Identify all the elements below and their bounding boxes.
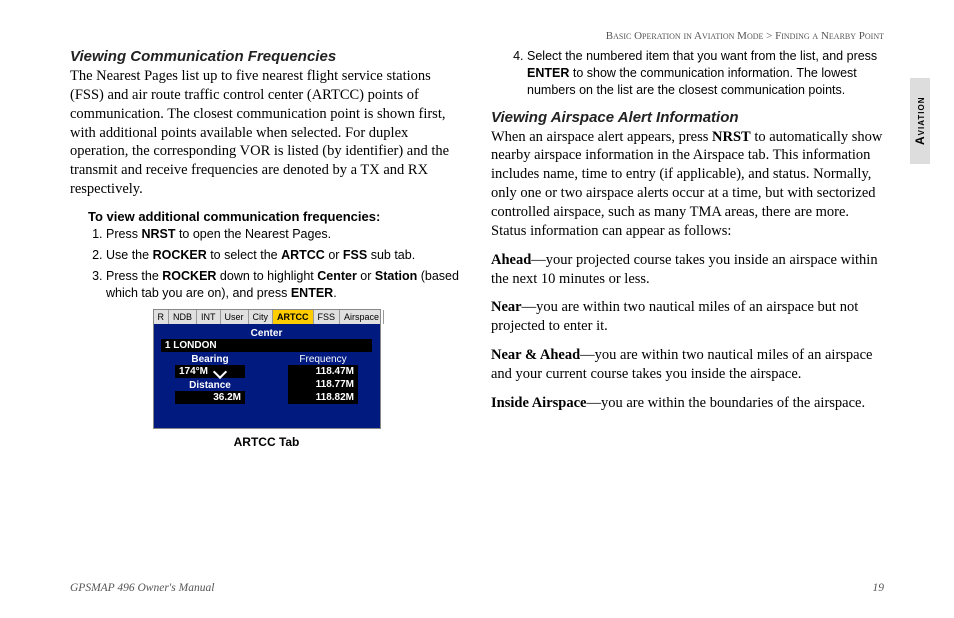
breadcrumb: Basic Operation in Aviation Mode > Findi… bbox=[70, 30, 884, 42]
step-text: to select the bbox=[207, 248, 281, 262]
step-key: Center bbox=[317, 269, 357, 283]
device-tab-active: ARTCC bbox=[273, 310, 314, 324]
step-text: . bbox=[333, 286, 336, 300]
def-term: Near & Ahead bbox=[491, 347, 580, 363]
device-tab: NDB bbox=[169, 310, 197, 324]
step-key: ROCKER bbox=[162, 269, 216, 283]
breadcrumb-b: Finding a Nearby Point bbox=[775, 30, 884, 42]
def-body: —you are within two nautical miles of an… bbox=[491, 299, 858, 334]
device-freq: 118.47M bbox=[288, 365, 358, 378]
howto-title: To view additional communication frequen… bbox=[88, 209, 463, 224]
status-definitions: Ahead—your projected course takes you in… bbox=[491, 251, 884, 413]
step-key: FSS bbox=[343, 248, 367, 262]
device-figure: R NDB INT User City ARTCC FSS Airspace C… bbox=[70, 309, 463, 449]
def-ahead: Ahead—your projected course takes you in… bbox=[491, 251, 884, 289]
def-near-ahead: Near & Ahead—you are within two nautical… bbox=[491, 346, 884, 384]
step-text: Press bbox=[106, 227, 141, 241]
step-text: to show the communication information. T… bbox=[527, 66, 857, 97]
breadcrumb-a: Basic Operation in Aviation Mode bbox=[606, 30, 764, 42]
device-body: Center 1 LONDON Bearing 174°M Distance 3… bbox=[154, 324, 380, 428]
breadcrumb-sep: > bbox=[763, 30, 775, 42]
device-center-label: Center bbox=[157, 328, 377, 339]
def-inside: Inside Airspace—you are within the bound… bbox=[491, 394, 884, 413]
step-key: ENTER bbox=[527, 66, 569, 80]
step-key: ARTCC bbox=[281, 248, 325, 262]
device-distance-value: 36.2M bbox=[175, 391, 245, 404]
para-key: NRST bbox=[712, 129, 751, 145]
device-freq: 118.77M bbox=[288, 378, 358, 391]
device-center-value: 1 LONDON bbox=[161, 339, 372, 352]
def-term: Inside Airspace bbox=[491, 395, 586, 411]
device-tab: City bbox=[249, 310, 274, 324]
step-text: Use the bbox=[106, 248, 153, 262]
device-tab: R bbox=[154, 310, 170, 324]
step-text: Select the numbered item that you want f… bbox=[527, 49, 877, 63]
def-body: —your projected course takes you inside … bbox=[491, 252, 878, 287]
step-4-wrap: Select the numbered item that you want f… bbox=[509, 48, 884, 99]
step-4: Select the numbered item that you want f… bbox=[527, 48, 884, 99]
def-body: —you are within the boundaries of the ai… bbox=[586, 395, 865, 411]
step-key: ENTER bbox=[291, 286, 333, 300]
step-text: sub tab. bbox=[367, 248, 415, 262]
device-distance-label: Distance bbox=[157, 380, 264, 391]
step-text: to open the Nearest Pages. bbox=[175, 227, 331, 241]
heading-comm-freq: Viewing Communication Frequencies bbox=[70, 48, 463, 65]
step-text: or bbox=[325, 248, 343, 262]
step-1: Press NRST to open the Nearest Pages. bbox=[106, 226, 463, 243]
device-freq: 118.82M bbox=[288, 391, 358, 404]
para-text: to automatically show nearby airspace in… bbox=[491, 129, 882, 239]
right-column: Select the numbered item that you want f… bbox=[491, 48, 884, 449]
device-frequency-label: Frequency bbox=[270, 354, 377, 365]
para-airspace-alert: When an airspace alert appears, press NR… bbox=[491, 128, 884, 241]
step-3: Press the ROCKER down to highlight Cente… bbox=[106, 268, 463, 302]
def-term: Ahead bbox=[491, 252, 531, 268]
left-column: Viewing Communication Frequencies The Ne… bbox=[70, 48, 463, 449]
step-key: NRST bbox=[141, 227, 175, 241]
para-text: When an airspace alert appears, press bbox=[491, 129, 712, 145]
def-near: Near—you are within two nautical miles o… bbox=[491, 298, 884, 336]
step-text: down to highlight bbox=[216, 269, 317, 283]
step-text: or bbox=[357, 269, 375, 283]
device-tab: INT bbox=[197, 310, 221, 324]
device-bearing-label: Bearing bbox=[157, 354, 264, 365]
device-tab: User bbox=[221, 310, 249, 324]
device-screen: R NDB INT User City ARTCC FSS Airspace C… bbox=[153, 309, 381, 429]
def-term: Near bbox=[491, 299, 522, 315]
step-key: ROCKER bbox=[153, 248, 207, 262]
device-value-text: 174°M bbox=[179, 366, 208, 377]
device-bearing-value: 174°M bbox=[175, 365, 245, 378]
figure-caption: ARTCC Tab bbox=[70, 435, 463, 449]
step-2: Use the ROCKER to select the ARTCC or FS… bbox=[106, 247, 463, 264]
heading-airspace-alert: Viewing Airspace Alert Information bbox=[491, 109, 884, 126]
step-text: Press the bbox=[106, 269, 162, 283]
device-tabs: R NDB INT User City ARTCC FSS Airspace bbox=[154, 310, 380, 324]
section-side-tab: Aviation bbox=[910, 78, 930, 164]
step-key: Station bbox=[375, 269, 417, 283]
device-tab: FSS bbox=[314, 310, 341, 324]
steps-list: Press NRST to open the Nearest Pages. Us… bbox=[88, 226, 463, 302]
arrow-down-icon bbox=[213, 365, 227, 379]
device-tab: Airspace bbox=[340, 310, 384, 324]
footer-manual-title: GPSMAP 496 Owner's Manual bbox=[70, 582, 214, 594]
page-columns: Viewing Communication Frequencies The Ne… bbox=[70, 48, 884, 449]
page-footer: GPSMAP 496 Owner's Manual 19 bbox=[70, 582, 884, 594]
para-comm-freq: The Nearest Pages list up to five neares… bbox=[70, 67, 463, 199]
footer-page-number: 19 bbox=[873, 582, 885, 594]
